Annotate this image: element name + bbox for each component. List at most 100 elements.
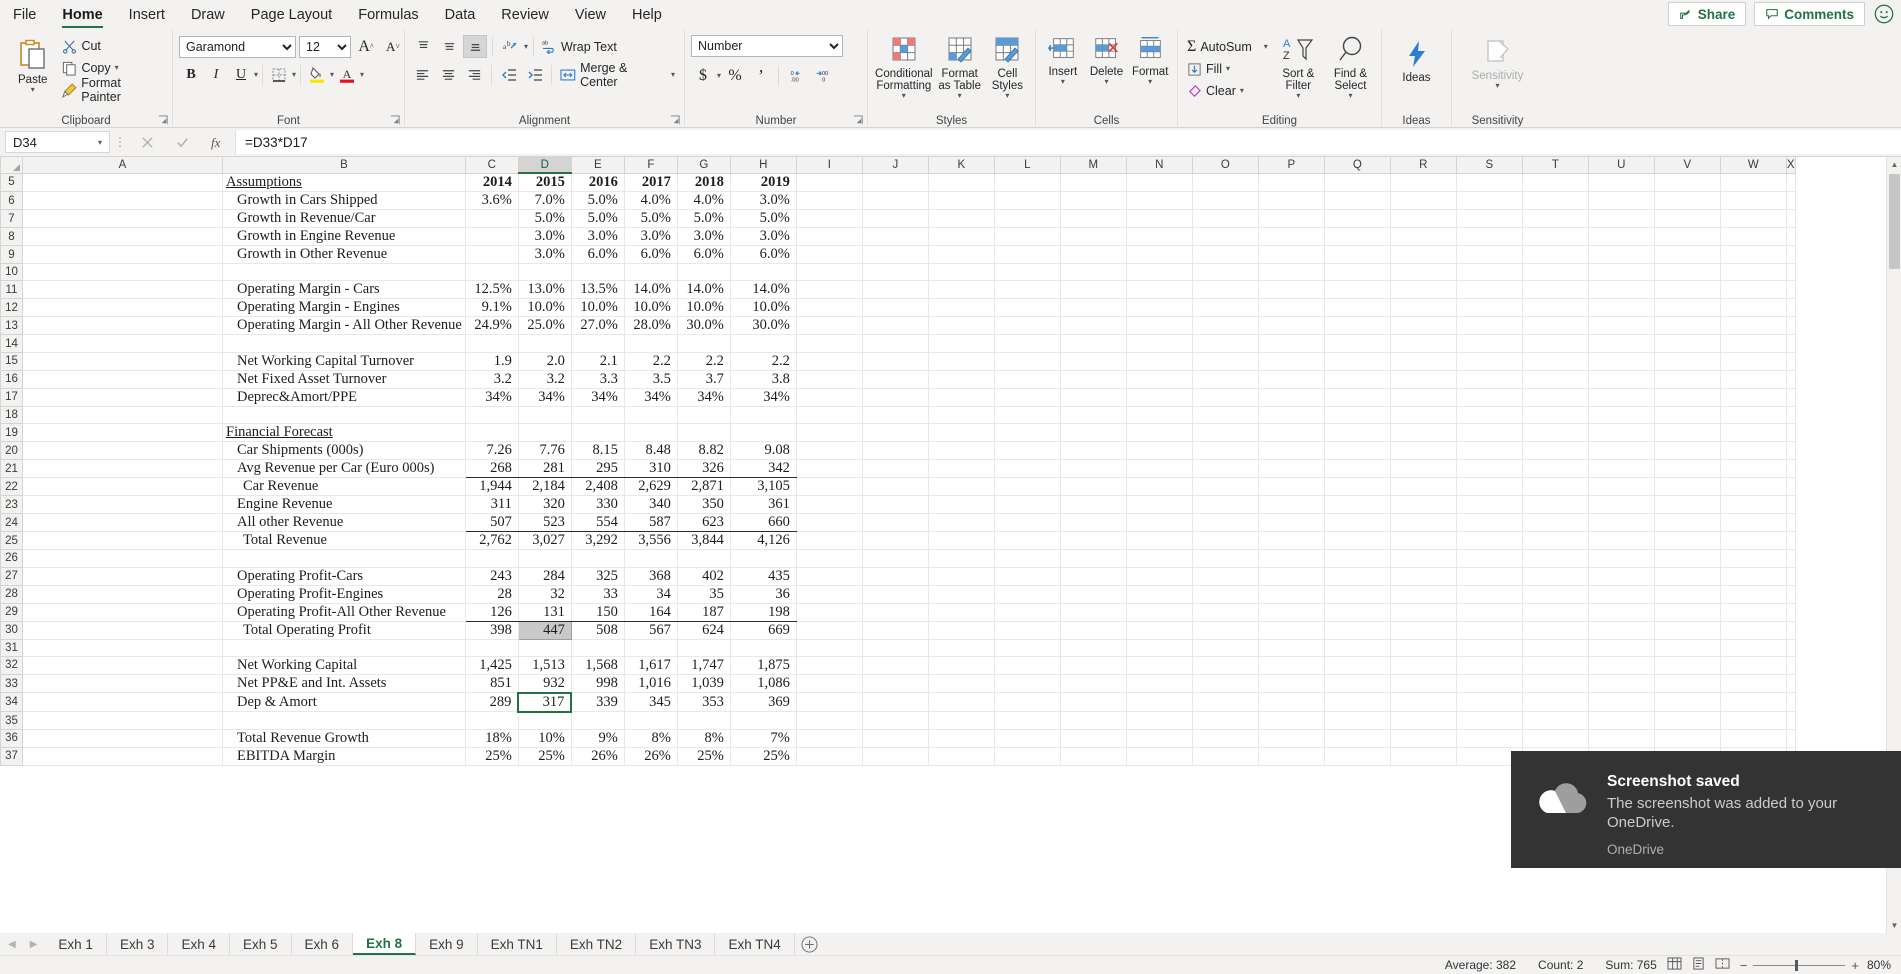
cell-N5[interactable] xyxy=(1126,173,1193,192)
cell-F16[interactable]: 3.5 xyxy=(624,370,678,389)
cell-K20[interactable] xyxy=(928,441,995,461)
cell-G8[interactable]: 3.0% xyxy=(677,227,731,246)
cell-A7[interactable] xyxy=(22,209,223,228)
increase-font-size-button[interactable]: A ^ xyxy=(354,35,378,58)
cell-B16[interactable]: Net Fixed Asset Turnover xyxy=(222,370,466,389)
cell-F26[interactable] xyxy=(624,549,678,568)
cell-J28[interactable] xyxy=(862,585,929,604)
cell-E29[interactable]: 150 xyxy=(571,603,625,622)
cell-I12[interactable] xyxy=(796,298,863,318)
cell-A10[interactable] xyxy=(22,263,223,282)
cell-E31[interactable] xyxy=(571,639,625,657)
chevron-down-icon[interactable]: ▾ xyxy=(1148,78,1152,86)
cell-U15[interactable] xyxy=(1588,352,1655,371)
ribbon-tab-page-layout[interactable]: Page Layout xyxy=(238,1,345,29)
cell-F10[interactable] xyxy=(624,263,678,282)
cell-T14[interactable] xyxy=(1522,334,1589,353)
cell-I32[interactable] xyxy=(796,656,863,675)
cell-T8[interactable] xyxy=(1522,227,1589,246)
cell-V27[interactable] xyxy=(1654,567,1721,586)
grid-row[interactable]: 17 Deprec&Amort/PPE 34% 34% 34% 34% 34% 34% xyxy=(0,388,1796,407)
cell-E7[interactable]: 5.0% xyxy=(571,209,625,228)
cell-O37[interactable] xyxy=(1192,747,1259,766)
cell-V23[interactable] xyxy=(1654,495,1721,515)
nav-next-icon[interactable]: ▶ xyxy=(30,939,38,950)
cell-G7[interactable]: 5.0% xyxy=(677,209,731,228)
row-header-33[interactable]: 33 xyxy=(0,674,23,694)
cell-B15[interactable]: Net Working Capital Turnover xyxy=(222,352,466,371)
cell-Q31[interactable] xyxy=(1324,639,1391,657)
cell-I7[interactable] xyxy=(796,209,863,228)
column-header-J[interactable]: J xyxy=(861,157,929,174)
cell-R14[interactable] xyxy=(1390,334,1457,353)
cell-O35[interactable] xyxy=(1192,711,1259,730)
cell-U35[interactable] xyxy=(1588,711,1655,730)
add-sheet-button[interactable] xyxy=(795,933,825,955)
chevron-down-icon[interactable]: ▾ xyxy=(98,138,102,147)
cell-B23[interactable]: Engine Revenue xyxy=(222,495,466,515)
grid-row[interactable]: 35 xyxy=(0,711,1796,730)
cell-L5[interactable] xyxy=(994,173,1061,192)
cell-C35[interactable] xyxy=(465,711,519,730)
cell-P28[interactable] xyxy=(1258,585,1325,604)
cell-T20[interactable] xyxy=(1522,441,1589,461)
cell-T19[interactable] xyxy=(1522,423,1589,443)
chevron-down-icon[interactable]: ▾ xyxy=(902,92,906,100)
cell-B12[interactable]: Operating Margin - Engines xyxy=(222,298,466,318)
cell-E13[interactable]: 27.0% xyxy=(571,316,625,336)
row-header-20[interactable]: 20 xyxy=(0,441,23,461)
cell-A14[interactable] xyxy=(22,334,223,353)
cell-A26[interactable] xyxy=(22,549,223,568)
cell-X33[interactable] xyxy=(1786,674,1796,694)
cell-Q25[interactable] xyxy=(1324,531,1391,551)
cell-T11[interactable] xyxy=(1522,280,1589,300)
cell-S8[interactable] xyxy=(1456,227,1523,246)
cell-U32[interactable] xyxy=(1588,656,1655,675)
cell-P10[interactable] xyxy=(1258,263,1325,282)
cell-N19[interactable] xyxy=(1126,423,1193,443)
cell-T25[interactable] xyxy=(1522,531,1589,551)
cell-H27[interactable]: 435 xyxy=(730,567,797,586)
grid-row[interactable]: 21 Avg Revenue per Car (Euro 000s) 268 281 2… xyxy=(0,459,1796,479)
align-bottom-button[interactable] xyxy=(463,35,487,58)
cell-E23[interactable]: 330 xyxy=(571,495,625,515)
sheet-tab-exh-3[interactable]: Exh 3 xyxy=(107,933,169,955)
bold-button[interactable]: B xyxy=(179,63,203,86)
cell-D9[interactable]: 3.0% xyxy=(518,245,572,264)
cell-O27[interactable] xyxy=(1192,567,1259,586)
ribbon-tab-insert[interactable]: Insert xyxy=(116,1,178,29)
cell-D22[interactable]: 2,184 xyxy=(518,477,572,497)
cell-C20[interactable]: 7.26 xyxy=(465,441,519,461)
cell-G29[interactable]: 187 xyxy=(677,603,731,622)
cell-G5[interactable]: 2018 xyxy=(677,173,731,192)
cell-O5[interactable] xyxy=(1192,173,1259,192)
cell-T17[interactable] xyxy=(1522,388,1589,407)
cell-A25[interactable] xyxy=(22,531,223,551)
ribbon-tab-formulas[interactable]: Formulas xyxy=(345,1,431,29)
select-all-corner[interactable] xyxy=(0,157,23,174)
delete-cells-button[interactable]: Delete ▾ xyxy=(1086,33,1128,86)
decrease-indent-button[interactable] xyxy=(497,63,521,86)
cell-A33[interactable] xyxy=(22,674,223,694)
cell-R34[interactable] xyxy=(1390,692,1457,713)
insert-cells-button[interactable]: Insert ▾ xyxy=(1042,33,1084,86)
column-header-Q[interactable]: Q xyxy=(1323,157,1391,174)
cell-W30[interactable] xyxy=(1720,621,1787,640)
cell-X35[interactable] xyxy=(1786,711,1796,730)
cell-H21[interactable]: 342 xyxy=(730,459,797,479)
cell-A32[interactable] xyxy=(22,656,223,675)
cell-X8[interactable] xyxy=(1786,227,1796,246)
cell-F11[interactable]: 14.0% xyxy=(624,280,678,300)
cell-T12[interactable] xyxy=(1522,298,1589,318)
cell-I30[interactable] xyxy=(796,621,863,640)
orientation-button[interactable]: a b xyxy=(498,35,522,58)
alignment-dialog-launcher[interactable] xyxy=(670,115,681,126)
cell-Q9[interactable] xyxy=(1324,245,1391,264)
cell-R30[interactable] xyxy=(1390,621,1457,640)
cell-N36[interactable] xyxy=(1126,729,1193,748)
cell-J20[interactable] xyxy=(862,441,929,461)
cell-V34[interactable] xyxy=(1654,692,1721,713)
cell-V20[interactable] xyxy=(1654,441,1721,461)
sheet-tab-exh-tn3[interactable]: Exh TN3 xyxy=(636,933,716,955)
cell-O19[interactable] xyxy=(1192,423,1259,443)
